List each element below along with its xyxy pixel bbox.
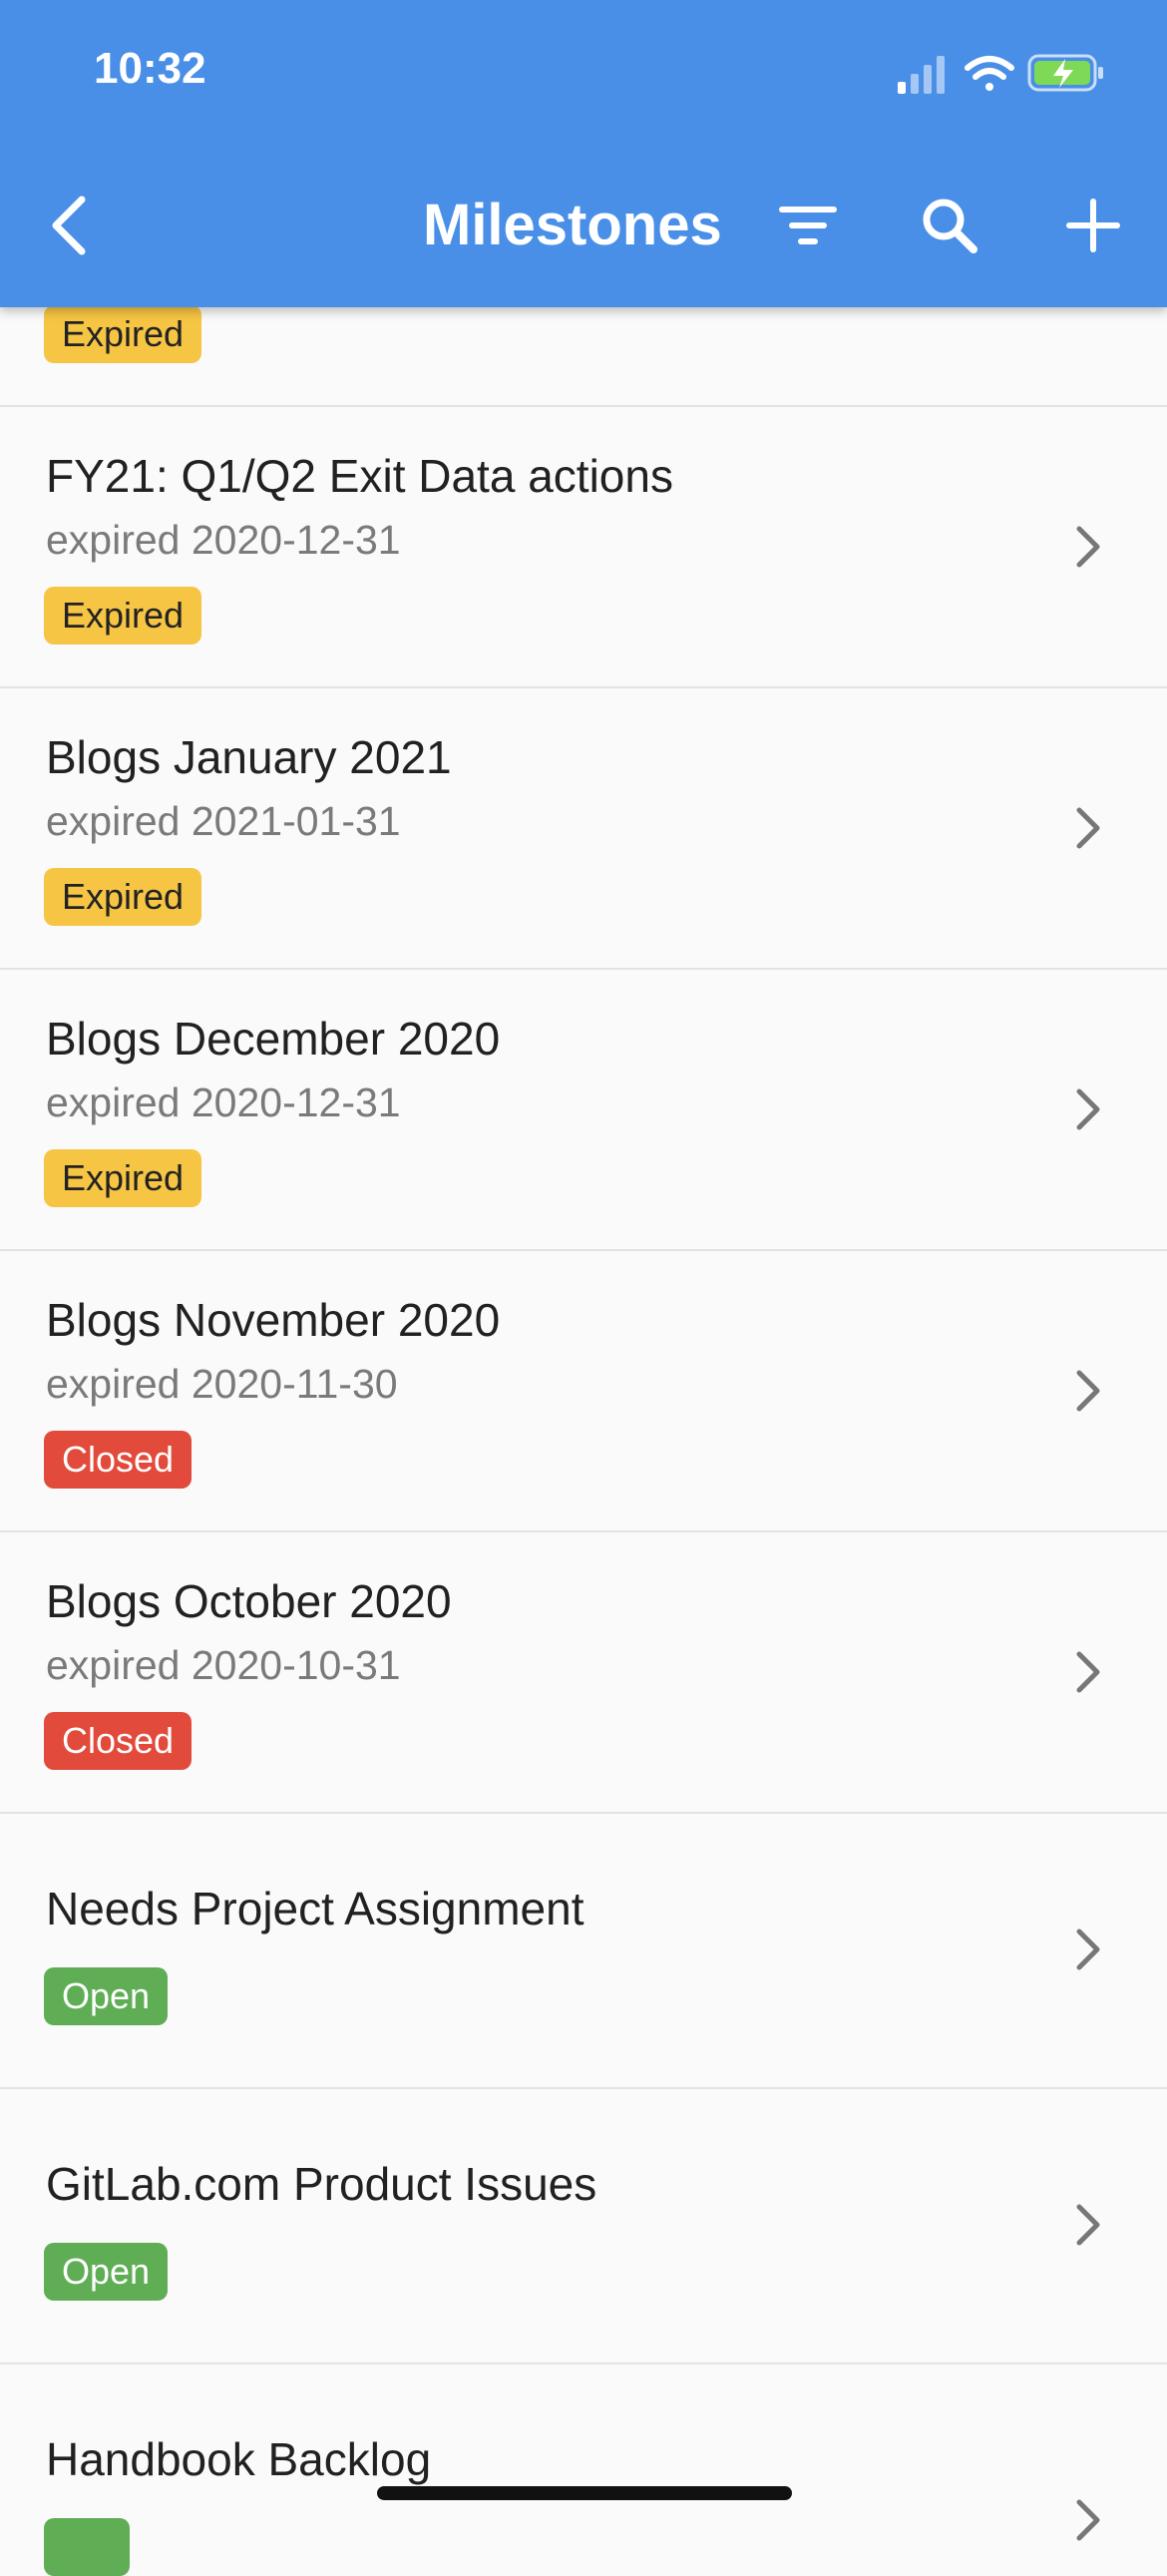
toolbar: Milestones <box>0 170 1167 281</box>
milestone-row[interactable]: Handbook Backlog <box>0 2364 1167 2576</box>
app-bar: 10:32 Milestones <box>0 0 1167 307</box>
milestone-row[interactable]: FY21: Q1/Q2 Exit Data actions expired 20… <box>0 407 1167 688</box>
milestone-due-date: expired 2020-10-31 <box>46 1642 401 1688</box>
milestone-title: Blogs October 2020 <box>46 1575 452 1627</box>
status-badge: Closed <box>44 1431 193 1489</box>
add-icon[interactable] <box>1055 188 1131 263</box>
milestone-title: Needs Project Assignment <box>46 1883 584 1934</box>
chevron-right-icon <box>1076 1651 1100 1693</box>
status-badge: Expired <box>44 305 202 363</box>
status-badge: Expired <box>44 587 202 644</box>
milestone-row[interactable]: Blogs January 2021 expired 2021-01-31 Ex… <box>0 688 1167 970</box>
milestone-row[interactable]: Needs Project Assignment Open <box>0 1814 1167 2089</box>
milestone-title: FY21: Q1/Q2 Exit Data actions <box>46 450 673 502</box>
milestone-row[interactable]: Blogs November 2020 expired 2020-11-30 C… <box>0 1251 1167 1532</box>
status-badge: Open <box>44 2243 169 2301</box>
milestone-due-date: expired 2021-01-31 <box>46 798 401 844</box>
battery-charging-icon <box>1027 54 1103 92</box>
search-icon[interactable] <box>912 188 987 263</box>
milestone-title: Blogs January 2021 <box>46 731 452 783</box>
chevron-right-icon <box>1076 526 1100 568</box>
home-indicator[interactable] <box>377 2486 792 2500</box>
chevron-right-icon <box>1076 1088 1100 1130</box>
milestone-title: Handbook Backlog <box>46 2433 432 2485</box>
wifi-icon <box>965 56 1014 91</box>
signal-icon <box>898 56 945 94</box>
milestone-title: GitLab.com Product Issues <box>46 2158 597 2210</box>
chevron-right-icon <box>1076 1929 1100 1970</box>
status-time: 10:32 <box>94 44 206 93</box>
chevron-right-icon <box>1076 1370 1100 1412</box>
status-badge: Expired <box>44 868 202 926</box>
page-title: Milestones <box>423 193 722 257</box>
chevron-right-icon <box>1076 2204 1100 2246</box>
back-icon[interactable] <box>40 190 100 261</box>
milestone-due-date: expired 2020-12-31 <box>46 517 401 563</box>
milestone-title: Blogs December 2020 <box>46 1013 501 1065</box>
milestone-row[interactable]: GitLab.com Product Issues Open <box>0 2089 1167 2364</box>
milestone-due-date: expired 2020-11-30 <box>46 1361 398 1407</box>
status-badge: Expired <box>44 1149 202 1207</box>
milestone-row[interactable]: Blogs December 2020 expired 2020-12-31 E… <box>0 970 1167 1251</box>
milestone-title: Blogs November 2020 <box>46 1294 501 1346</box>
milestone-row[interactable]: Blogs October 2020 expired 2020-10-31 Cl… <box>0 1532 1167 1814</box>
milestone-due-date: expired 2020-12-31 <box>46 1079 401 1125</box>
status-badge: Open <box>44 1967 169 2025</box>
status-badge: Closed <box>44 1712 193 1770</box>
status-icons <box>898 54 1103 94</box>
status-badge <box>44 2518 130 2576</box>
chevron-right-icon <box>1076 2499 1100 2541</box>
chevron-right-icon <box>1076 807 1100 849</box>
filter-icon[interactable] <box>770 188 846 263</box>
